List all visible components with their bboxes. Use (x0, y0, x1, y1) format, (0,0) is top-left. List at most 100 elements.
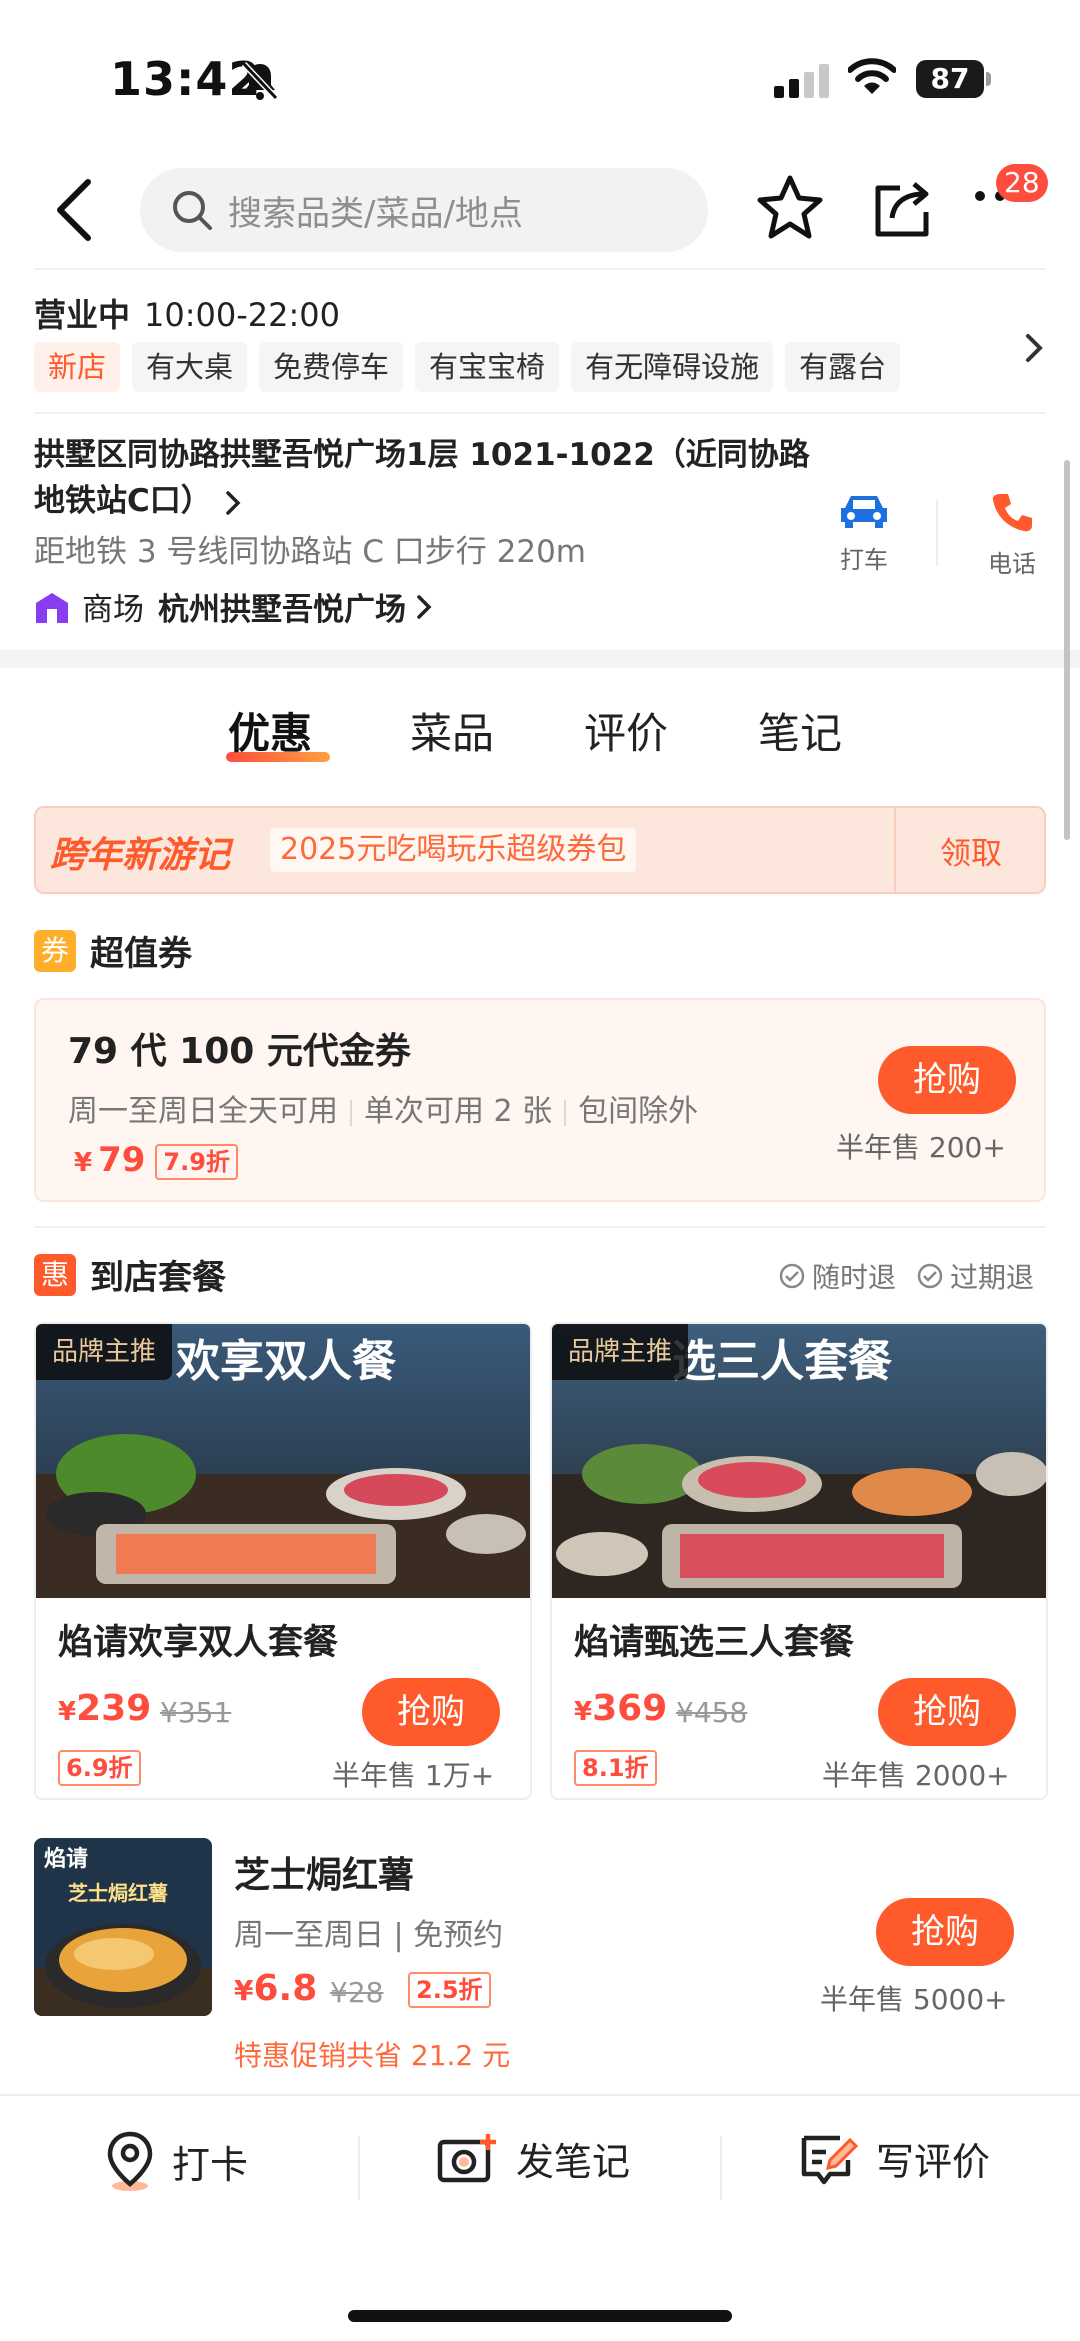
tab-dishes[interactable]: 菜品 (410, 700, 494, 761)
post-note-button[interactable]: 发笔记 (436, 2130, 630, 2186)
original-price: ¥28 (330, 1976, 384, 2009)
meal-buy-button[interactable]: 抢购 (878, 1678, 1016, 1746)
tab-notes[interactable]: 笔记 (758, 700, 842, 761)
refund-expired: 过期退 (950, 1261, 1035, 1294)
taxi-button[interactable]: 打车 (820, 490, 908, 575)
divider (34, 1226, 1046, 1228)
condition-item: 单次可用 2 张 (364, 1094, 553, 1129)
sold-count: 半年售 200+ (836, 1131, 1006, 1164)
tag-new-store: 新店 (34, 342, 121, 392)
meal-card[interactable]: 欢享双人餐 品牌主推 焰请欢享双人套餐 ¥239 ¥351 6.9折 抢购 半年… (34, 1322, 532, 1800)
meal-price: ¥239 (58, 1688, 151, 1729)
content-tabs: 优惠 菜品 评价 笔记 (0, 700, 1080, 770)
voucher-buy-button[interactable]: 抢购 (878, 1046, 1016, 1114)
promo-title: 跨年新游记 (50, 835, 231, 876)
battery-tip (986, 72, 991, 86)
item-deal-row[interactable]: 焰请 芝士焗红薯 芝士焗红薯 周一至周日 | 免预约 ¥6.8 ¥28 2.5折… (34, 1838, 1046, 2078)
voucher-title: 79 代 100 元代金券 (68, 1031, 411, 1072)
checkin-button[interactable]: 打卡 (104, 2130, 248, 2192)
chevron-right-icon[interactable] (1022, 330, 1046, 366)
voucher-section-title: 超值券 (90, 934, 192, 974)
divider (350, 1099, 352, 1126)
scrollbar[interactable] (1064, 460, 1070, 840)
claim-button[interactable]: 领取 (940, 828, 1002, 873)
voucher-price: ¥79 7.9折 (74, 1140, 238, 1180)
original-price: ¥458 (676, 1696, 748, 1729)
post-note-label: 发笔记 (516, 2139, 631, 2184)
write-review-button[interactable]: 写评价 (800, 2130, 990, 2186)
store-address[interactable]: 拱墅区同协路拱墅吾悦广场1层 1021-1022（近同协路地铁站C口） (34, 432, 814, 524)
item-buy-button[interactable]: 抢购 (876, 1898, 1014, 1966)
meal-section-title: 到店套餐 (90, 1258, 226, 1298)
top-nav: 搜索品类/菜品/地点 28 (0, 160, 1080, 270)
item-name: 芝士焗红薯 (234, 1855, 415, 1896)
bell-muted-icon (241, 61, 279, 101)
taxi-label: 打车 (840, 546, 888, 574)
thumb-brand: 焰请 (44, 1846, 88, 1872)
meal-buy-button[interactable]: 抢购 (362, 1678, 500, 1746)
share-icon[interactable] (870, 176, 934, 240)
signal-icon (774, 64, 829, 98)
search-placeholder: 搜索品类/菜品/地点 (228, 194, 523, 234)
status-bar: 13:42 87 (0, 0, 1080, 150)
wifi-icon (848, 58, 896, 94)
discount-tag: 7.9折 (155, 1143, 238, 1180)
subway-distance: 距地铁 3 号线同协路站 C 口步行 220m (34, 534, 587, 570)
divider (564, 1099, 567, 1126)
tag-accessible: 有无障碍设施 (571, 342, 774, 392)
currency-symbol: ¥ (234, 1974, 254, 2007)
tab-deals[interactable]: 优惠 (228, 700, 312, 761)
brand-badge: 品牌主推 (552, 1324, 689, 1380)
condition-item: 周一至周日全天可用 (68, 1094, 338, 1129)
tab-reviews[interactable]: 评价 (584, 700, 668, 761)
condition-item: 包间除外 (578, 1094, 699, 1129)
mall-building-icon (36, 592, 68, 623)
checkin-label: 打卡 (172, 2142, 249, 2187)
favorite-star-icon[interactable] (756, 174, 824, 240)
original-price: ¥351 (160, 1696, 232, 1729)
promo-banner[interactable]: 跨年新游记 2025元吃喝玩乐超级券包 领取 (34, 806, 1046, 894)
voucher-card[interactable]: 79 代 100 元代金券 周一至周日全天可用 单次可用 2 张包间除外 ¥79 7… (34, 998, 1046, 1202)
phone-icon (992, 494, 1032, 532)
item-discount: 2.5折 (398, 1972, 491, 2008)
discount-tag: 6.9折 (58, 1750, 141, 1786)
meal-discount: 6.9折 (58, 1750, 141, 1786)
back-arrow-icon[interactable] (48, 178, 98, 242)
hours-status: 营业中 (34, 296, 131, 334)
voucher-section-header: 券 超值券 (34, 926, 192, 975)
item-thumbnail: 焰请 芝士焗红薯 (34, 1838, 212, 2016)
divider (34, 268, 1046, 270)
meal-discount: 8.1折 (574, 1750, 657, 1786)
tag-free-parking: 免费停车 (259, 342, 404, 392)
mall-name: 杭州拱墅吾悦广场 (158, 592, 406, 628)
tag-baby-chair: 有宝宝椅 (415, 342, 560, 392)
tag-large-table: 有大桌 (132, 342, 248, 392)
deal-icon: 惠 (34, 1253, 76, 1296)
write-review-label: 写评价 (876, 2139, 991, 2184)
sold-count: 半年售 2000+ (822, 1759, 1010, 1792)
currency-symbol: ¥ (58, 1697, 77, 1727)
check-circle-icon (917, 1263, 943, 1289)
refund-anytime: 随时退 (812, 1261, 897, 1294)
sold-count: 半年售 1万+ (332, 1759, 495, 1792)
price-value: 239 (76, 1688, 152, 1729)
search-icon (173, 191, 212, 230)
section-gap (0, 650, 1080, 668)
meal-card[interactable]: 选三人套餐 品牌主推 焰请甄选三人套餐 ¥369 ¥458 8.1折 抢购 半年… (550, 1322, 1048, 1800)
mall-link[interactable]: 商场 杭州拱墅吾悦广场 (34, 584, 436, 629)
price-value: 369 (592, 1688, 668, 1729)
phone-button[interactable]: 电话 (968, 490, 1056, 579)
chevron-right-icon (417, 594, 432, 619)
status-time: 13:42 (110, 52, 262, 106)
camera-plus-icon (437, 2134, 496, 2183)
chevron-right-icon (225, 490, 241, 515)
facility-tags[interactable]: 新店 有大桌 免费停车 有宝宝椅 有无障碍设施 有露台 (34, 342, 901, 392)
phone-label: 电话 (988, 550, 1036, 578)
home-indicator[interactable] (348, 2310, 732, 2322)
search-input[interactable]: 搜索品类/菜品/地点 (140, 168, 708, 252)
voucher-conditions: 周一至周日全天可用 单次可用 2 张包间除外 (68, 1086, 698, 1130)
meal-price: ¥369 (574, 1688, 667, 1729)
currency-symbol: ¥ (574, 1697, 593, 1727)
tag-terrace: 有露台 (785, 342, 901, 392)
battery-level: 87 (916, 60, 984, 98)
